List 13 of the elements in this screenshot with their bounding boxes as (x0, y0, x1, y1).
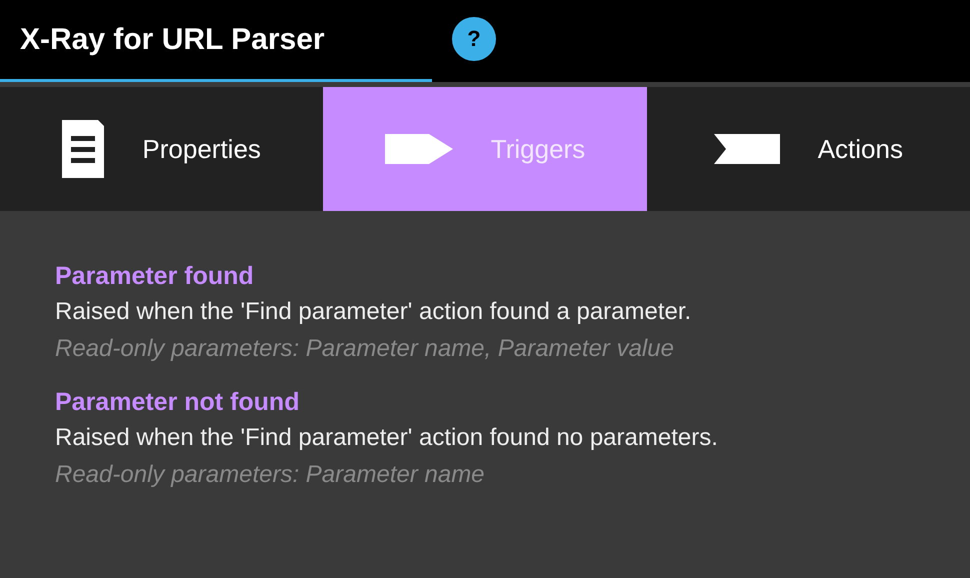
flag-icon (714, 134, 780, 164)
tag-icon (384, 134, 453, 164)
window-title: X-Ray for URL Parser (20, 22, 325, 56)
trigger-description: Raised when the 'Find parameter' action found a parameter. (55, 297, 692, 327)
trigger-description: Raised when the 'Find parameter' action found no parameters. (55, 423, 719, 453)
trigger-parameters: Read-only parameters: Parameter name, Parameter value (55, 334, 675, 364)
trigger-parameters: Read-only parameters: Parameter name (55, 460, 486, 490)
tab[interactable]: Actions (646, 87, 970, 211)
tab[interactable]: Properties (0, 87, 324, 211)
trigger-name: Parameter found (55, 261, 255, 292)
trigger-name: Parameter not found (55, 387, 300, 418)
document-icon (62, 120, 104, 178)
help-button[interactable]: ? (452, 17, 496, 61)
